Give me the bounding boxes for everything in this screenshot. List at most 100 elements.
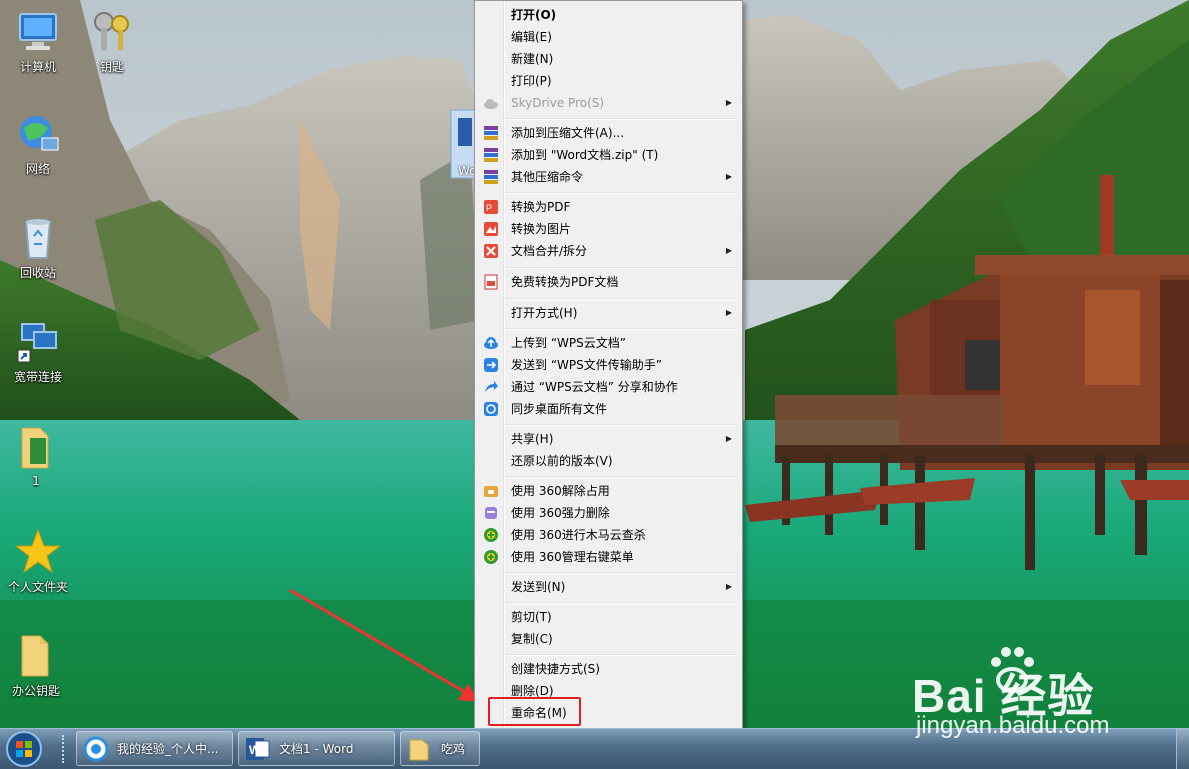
menu-item-26[interactable]: 创建快捷方式(S) xyxy=(477,658,740,680)
menu-item-label: 打印(P) xyxy=(511,74,552,88)
menu-item-19[interactable]: 使用 360解除占用 xyxy=(477,480,740,502)
desktop-icon-label: 个人文件夹 xyxy=(7,580,68,594)
watermark-url: jingyan.baidu.com xyxy=(916,712,1110,739)
menu-item-8[interactable]: P 转换为PDF xyxy=(477,196,740,218)
menu-item-24[interactable]: 剪切(T) xyxy=(477,606,740,628)
menu-item-label: 编辑(E) xyxy=(511,30,552,44)
broadband-icon xyxy=(17,323,57,363)
menu-item-6[interactable]: 添加到 "Word文档.zip" (T) xyxy=(477,144,740,166)
star-icon xyxy=(14,528,62,574)
submenu-arrow-icon: ▶ xyxy=(725,246,732,255)
menu-separator xyxy=(505,424,738,426)
menu-item-label: 创建快捷方式(S) xyxy=(511,662,600,676)
rename-highlight-box xyxy=(488,697,581,726)
context-menu: 打开(O) 编辑(E) 新建(N) 打印(P) SkyDrive Pro(S) ▶ 添加到压… xyxy=(474,0,743,756)
menu-item-2[interactable]: 新建(N) xyxy=(477,48,740,70)
menu-item-15[interactable]: 通过 “WPS云文档” 分享和协作 xyxy=(477,376,740,398)
submenu-arrow-icon: ▶ xyxy=(725,172,732,181)
menu-item-4: SkyDrive Pro(S) ▶ xyxy=(477,92,740,114)
menu-item-label: 通过 “WPS云文档” 分享和协作 xyxy=(511,380,678,394)
menu-item-16[interactable]: 同步桌面所有文件 xyxy=(477,398,740,420)
menu-item-label: 上传到 “WPS云文档” xyxy=(511,336,626,350)
menu-item-21[interactable]: 使用 360进行木马云查杀 xyxy=(477,524,740,546)
start-button[interactable] xyxy=(4,730,44,768)
taskbar-button-label: 我的经验_个人中... xyxy=(117,742,219,756)
desktop-icon-recycle-bin[interactable]: 回收站 xyxy=(2,214,74,281)
desktop-icon-folder-1[interactable]: 1 xyxy=(0,424,72,488)
pdf-convert-icon: P xyxy=(484,200,498,214)
menu-item-label: 转换为图片 xyxy=(511,222,572,236)
word-icon: W xyxy=(246,738,270,760)
menu-item-18[interactable]: 还原以前的版本(V) xyxy=(477,450,740,472)
svg-text:P: P xyxy=(486,203,492,213)
menu-separator xyxy=(505,118,738,120)
menu-separator xyxy=(505,602,738,604)
send-arrow-icon xyxy=(484,358,498,372)
winrar-icon xyxy=(484,126,498,140)
menu-item-label: 剪切(T) xyxy=(511,610,552,624)
menu-separator xyxy=(505,476,738,478)
desktop-icon-label: 办公钥匙 xyxy=(11,684,60,698)
menu-item-7[interactable]: 其他压缩命令 ▶ xyxy=(477,166,740,188)
folder-icon xyxy=(21,427,49,469)
submenu-arrow-icon: ▶ xyxy=(725,98,732,107)
menu-item-label: 免费转换为PDF文档 xyxy=(511,275,619,289)
baidu-watermark: Bai 经验 jingyan.baidu.com xyxy=(908,640,1178,745)
taskbar-button-label: 文档1 - Word xyxy=(279,742,354,756)
browser-icon xyxy=(83,736,109,762)
recycle-bin-icon xyxy=(24,219,52,259)
menu-item-22[interactable]: 使用 360管理右键菜单 xyxy=(477,546,740,568)
taskbar-button-word[interactable]: W 文档1 - Word xyxy=(238,731,395,766)
menu-item-11[interactable]: 免费转换为PDF文档 xyxy=(477,271,740,293)
folder-icon xyxy=(409,739,429,761)
menu-item-14[interactable]: 发送到 “WPS文件传输助手” xyxy=(477,354,740,376)
menu-item-label: 还原以前的版本(V) xyxy=(511,454,613,468)
menu-item-20[interactable]: 使用 360强力删除 xyxy=(477,502,740,524)
menu-item-1[interactable]: 编辑(E) xyxy=(477,26,740,48)
desktop-icon-computer[interactable]: 计算机 xyxy=(2,8,74,75)
menu-item-label: SkyDrive Pro(S) xyxy=(511,96,605,110)
menu-separator xyxy=(505,192,738,194)
menu-separator xyxy=(505,267,738,269)
menu-item-25[interactable]: 复制(C) xyxy=(477,628,740,650)
menu-separator xyxy=(505,654,738,656)
desktop-icon-label: 钥匙 xyxy=(99,60,124,74)
menu-item-label: 转换为PDF xyxy=(511,200,571,214)
menu-item-3[interactable]: 打印(P) xyxy=(477,70,740,92)
menu-item-10[interactable]: 文档合并/拆分 ▶ xyxy=(477,240,740,262)
menu-item-label: 使用 360管理右键菜单 xyxy=(511,550,634,564)
share-icon xyxy=(485,381,498,392)
menu-item-23[interactable]: 发送到(N) ▶ xyxy=(477,576,740,598)
desktop-icon-office-keys[interactable]: 办公钥匙 xyxy=(0,632,72,699)
winrar-icon xyxy=(484,170,498,184)
menu-item-9[interactable]: 转换为图片 xyxy=(477,218,740,240)
desktop-icon-label: 计算机 xyxy=(19,60,56,74)
menu-item-label: 使用 360解除占用 xyxy=(511,484,610,498)
taskbar-button-browser[interactable]: 我的经验_个人中... xyxy=(76,731,233,766)
taskbar-button-folder[interactable]: 吃鸡 xyxy=(400,731,480,766)
desktop-icon-network[interactable]: 网络 xyxy=(2,110,74,177)
menu-separator xyxy=(505,572,738,574)
free-pdf-icon xyxy=(484,274,498,290)
desktop-icon-broadband[interactable]: 宽带连接 xyxy=(2,318,74,385)
menu-item-0[interactable]: 打开(O) xyxy=(477,4,740,26)
desktop-icon-personal-folder[interactable]: 个人文件夹 xyxy=(2,528,74,595)
winrar-icon xyxy=(484,148,498,162)
desktop-icon-label: 网络 xyxy=(25,162,50,176)
desktop-icon-label: 1 xyxy=(32,474,40,488)
menu-item-5[interactable]: 添加到压缩文件(A)... xyxy=(477,122,740,144)
menu-item-13[interactable]: 上传到 “WPS云文档” xyxy=(477,332,740,354)
menu-separator xyxy=(505,328,738,330)
menu-separator xyxy=(505,298,738,300)
desktop-icon-keys[interactable]: 钥匙 xyxy=(76,8,148,75)
menu-item-label: 发送到 “WPS文件传输助手” xyxy=(511,358,662,372)
menu-item-label: 打开方式(H) xyxy=(511,306,578,320)
menu-item-label: 发送到(N) xyxy=(511,580,566,594)
menu-item-label: 新建(N) xyxy=(511,52,554,66)
menu-item-12[interactable]: 打开方式(H) ▶ xyxy=(477,302,740,324)
folder-icon xyxy=(21,635,49,677)
menu-item-label: 使用 360进行木马云查杀 xyxy=(511,528,646,542)
network-icon xyxy=(20,116,59,151)
menu-item-17[interactable]: 共享(H) ▶ xyxy=(477,428,740,450)
cloud-upload-icon xyxy=(484,337,498,349)
